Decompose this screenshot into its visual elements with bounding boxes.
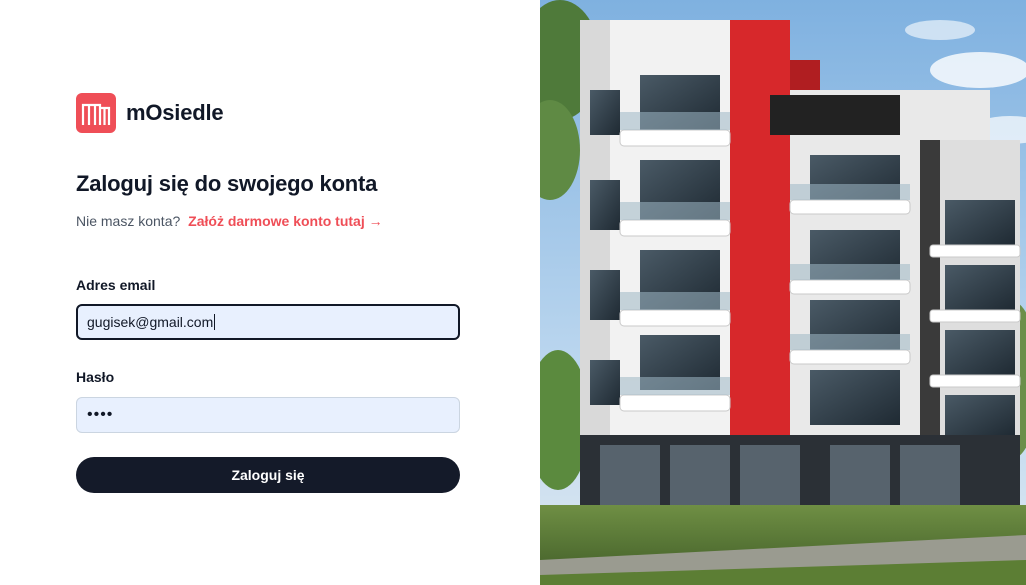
email-value: gugisek@gmail.com (87, 314, 214, 330)
text-caret (214, 314, 216, 330)
building-logo-icon (76, 93, 116, 133)
password-field[interactable]: •••• (76, 397, 460, 433)
password-label: Hasło (76, 369, 115, 385)
apartment-building-illustration (540, 0, 1026, 585)
email-label: Adres email (76, 277, 156, 293)
brand: mOsiedle (76, 93, 224, 133)
page-title: Zaloguj się do swojego konta (76, 171, 378, 196)
register-prompt: Nie masz konta? Załóż darmowe konto tuta… (76, 213, 383, 229)
hero-image (540, 0, 1026, 585)
login-button[interactable]: Zaloguj się (76, 457, 460, 493)
register-link[interactable]: Załóż darmowe konto tutaj → (188, 213, 382, 229)
brand-name: mOsiedle (126, 100, 224, 125)
password-value: •••• (87, 406, 114, 423)
login-panel: mOsiedle Zaloguj się do swojego konta Ni… (0, 0, 540, 585)
email-field[interactable]: gugisek@gmail.com (76, 304, 460, 340)
register-prompt-text: Nie masz konta? (76, 213, 181, 229)
login-page: mOsiedle Zaloguj się do swojego konta Ni… (0, 0, 1026, 585)
